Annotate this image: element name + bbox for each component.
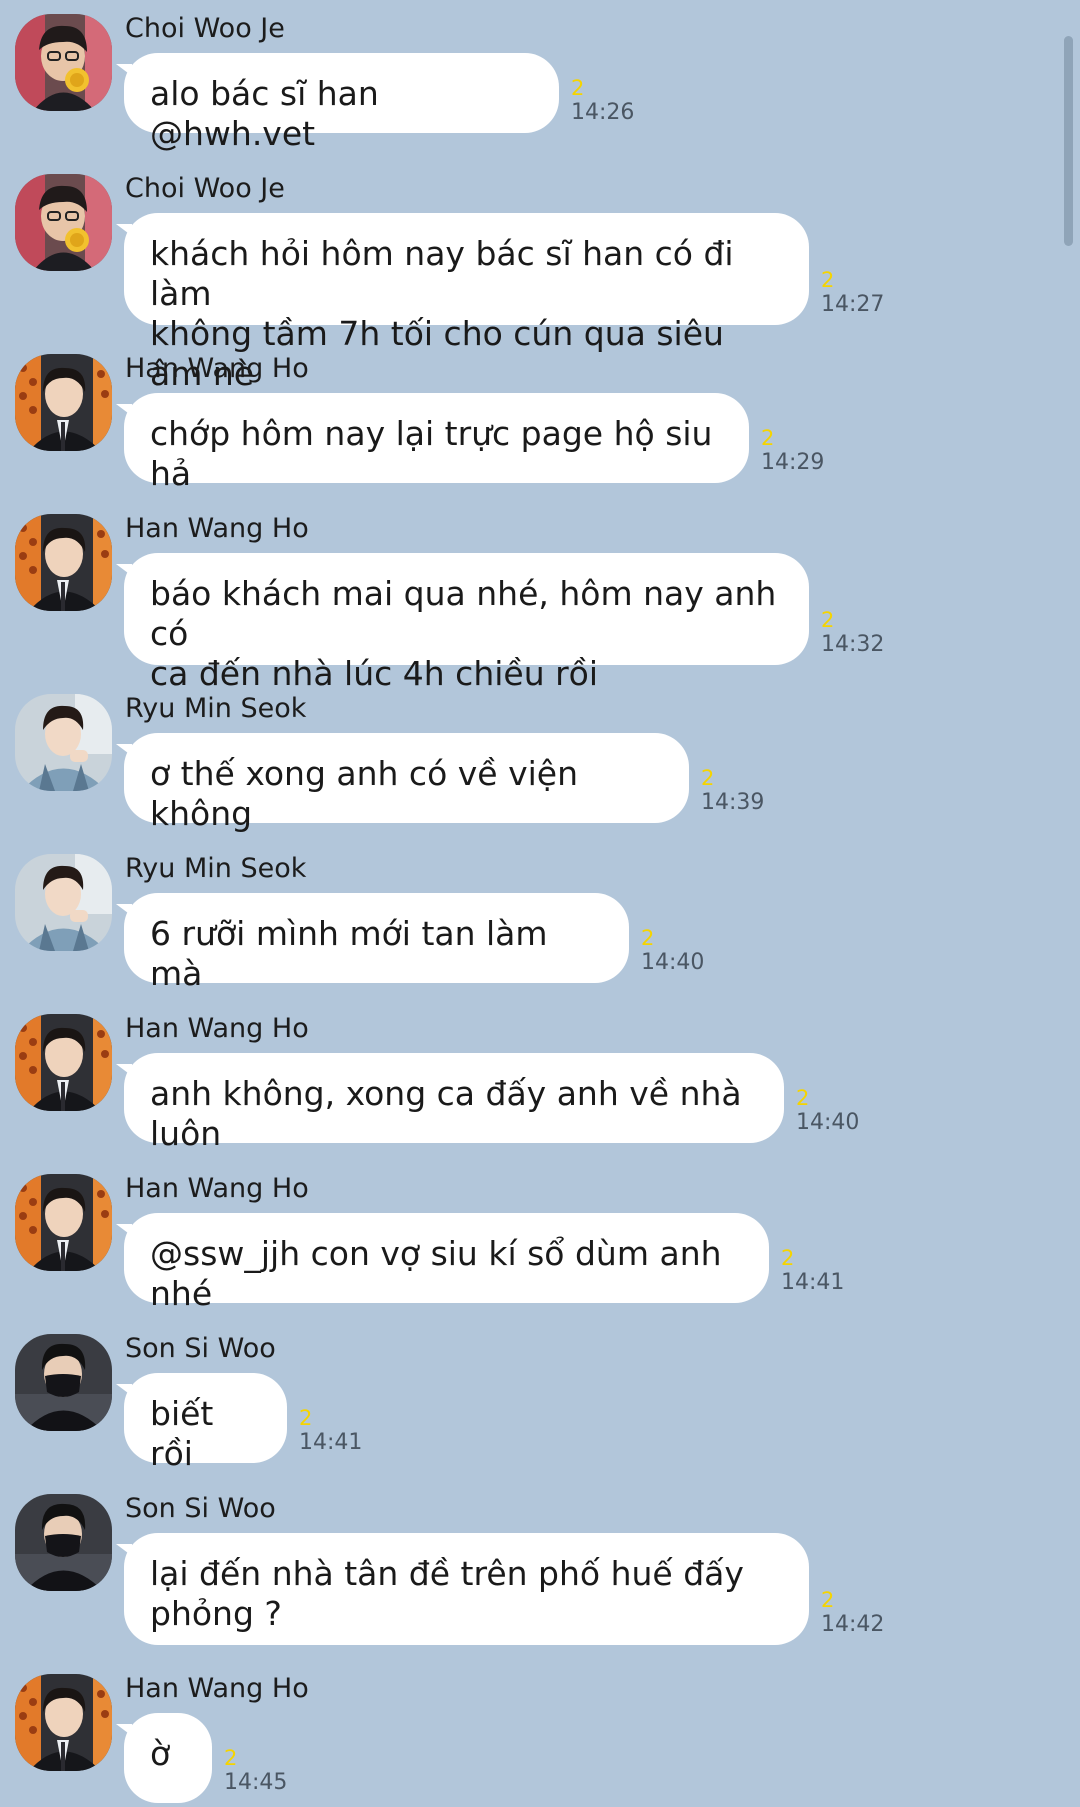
message-time: 14:27 <box>821 292 885 317</box>
unread-count: 2 <box>796 1086 810 1110</box>
message-row: Son Si Woo biết rồi 2 14:41 <box>0 1320 1060 1490</box>
unread-count: 2 <box>701 766 715 790</box>
sender-name[interactable]: Ryu Min Seok <box>125 692 306 726</box>
unread-count: 2 <box>821 608 835 632</box>
sender-name[interactable]: Han Wang Ho <box>125 1672 309 1706</box>
message-row: Han Wang Ho chớp hôm nay lại trực page hộ… <box>0 340 1060 510</box>
unread-count: 2 <box>761 426 775 450</box>
message-bubble[interactable]: ờ <box>124 1713 212 1803</box>
unread-count: 2 <box>571 76 585 100</box>
choi-woo-je-avatar[interactable] <box>15 14 112 111</box>
chat-message-list[interactable]: Choi Woo Je alo bác sĩ han @hwh.vet 2 14:26… <box>0 0 1080 1807</box>
sender-name[interactable]: Son Si Woo <box>125 1332 276 1366</box>
message-bubble[interactable]: lại đến nhà tân đề trên phố huế đấy phỏn… <box>124 1533 809 1645</box>
scrollbar[interactable] <box>1064 36 1073 246</box>
message-time: 14:40 <box>796 1110 860 1135</box>
message-bubble[interactable]: ơ thế xong anh có về viện không <box>124 733 689 833</box>
sender-name[interactable]: Han Wang Ho <box>125 1172 309 1206</box>
message-time: 14:29 <box>761 450 825 475</box>
message-time: 14:39 <box>701 790 765 815</box>
sender-name[interactable]: Han Wang Ho <box>125 512 309 546</box>
message-row: Ryu Min Seok ơ thế xong anh có về viện kh… <box>0 680 1060 850</box>
unread-count: 2 <box>821 268 835 292</box>
message-row: Choi Woo Je alo bác sĩ han @hwh.vet 2 14:26 <box>0 0 1060 170</box>
message-time: 14:42 <box>821 1612 885 1637</box>
son-si-woo-avatar[interactable] <box>15 1334 112 1431</box>
message-row: Ryu Min Seok 6 rưỡi mình mới tan làm mà 2 1… <box>0 840 1060 1010</box>
unread-count: 2 <box>641 926 655 950</box>
message-bubble[interactable]: biết rồi <box>124 1373 287 1473</box>
message-bubble[interactable]: @ssw_jjh con vợ siu kí sổ dùm anh nhé <box>124 1213 769 1313</box>
message-time: 14:41 <box>299 1430 363 1455</box>
message-time: 14:45 <box>224 1770 288 1795</box>
son-si-woo-avatar[interactable] <box>15 1494 112 1591</box>
han-wang-ho-avatar[interactable] <box>15 1014 112 1111</box>
han-wang-ho-avatar[interactable] <box>15 1674 112 1771</box>
message-bubble[interactable]: anh không, xong ca đấy anh về nhà luôn <box>124 1053 784 1153</box>
sender-name[interactable]: Choi Woo Je <box>125 12 285 46</box>
sender-name[interactable]: Choi Woo Je <box>125 172 285 206</box>
message-time: 14:32 <box>821 632 885 657</box>
message-bubble[interactable]: khách hỏi hôm nay bác sĩ han có đi làm k… <box>124 213 809 393</box>
message-bubble[interactable]: alo bác sĩ han @hwh.vet <box>124 53 559 153</box>
unread-count: 2 <box>299 1406 313 1430</box>
message-time: 14:41 <box>781 1270 845 1295</box>
message-time: 14:26 <box>571 100 635 125</box>
unread-count: 2 <box>821 1588 835 1612</box>
sender-name[interactable]: Han Wang Ho <box>125 1012 309 1046</box>
message-row: Han Wang Ho ờ 2 14:45 <box>0 1660 1060 1807</box>
han-wang-ho-avatar[interactable] <box>15 1174 112 1271</box>
sender-name[interactable]: Son Si Woo <box>125 1492 276 1526</box>
han-wang-ho-avatar[interactable] <box>15 514 112 611</box>
message-bubble[interactable]: chớp hôm nay lại trực page hộ siu hả <box>124 393 749 493</box>
ryu-min-seok-avatar[interactable] <box>15 694 112 791</box>
message-row: Son Si Woo lại đến nhà tân đề trên phố hu… <box>0 1480 1060 1650</box>
unread-count: 2 <box>224 1746 238 1770</box>
message-bubble[interactable]: 6 rưỡi mình mới tan làm mà <box>124 893 629 993</box>
message-bubble[interactable]: báo khách mai qua nhé, hôm nay anh có ca… <box>124 553 809 693</box>
message-time: 14:40 <box>641 950 705 975</box>
message-row: Choi Woo Je khách hỏi hôm nay bác sĩ han … <box>0 160 1060 393</box>
sender-name[interactable]: Ryu Min Seok <box>125 852 306 886</box>
message-row: Han Wang Ho báo khách mai qua nhé, hôm na… <box>0 500 1060 693</box>
han-wang-ho-avatar[interactable] <box>15 354 112 451</box>
unread-count: 2 <box>781 1246 795 1270</box>
message-row: Han Wang Ho @ssw_jjh con vợ siu kí sổ dùm… <box>0 1160 1060 1330</box>
choi-woo-je-avatar[interactable] <box>15 174 112 271</box>
message-row: Han Wang Ho anh không, xong ca đấy anh về… <box>0 1000 1060 1170</box>
ryu-min-seok-avatar[interactable] <box>15 854 112 951</box>
sender-name[interactable]: Han Wang Ho <box>125 352 309 386</box>
